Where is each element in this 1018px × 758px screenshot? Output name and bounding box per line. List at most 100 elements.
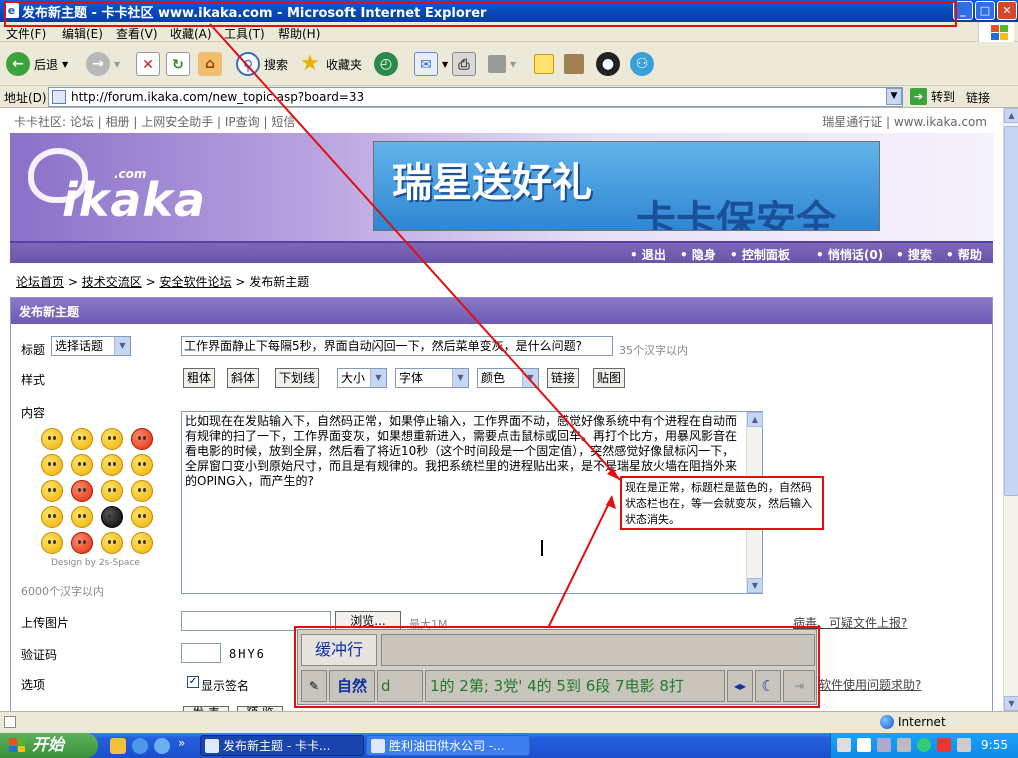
color-select[interactable]: 颜色 ▼ — [477, 368, 539, 388]
edit-dropdown-icon[interactable]: ▼ — [510, 60, 516, 69]
misc-tray-icon[interactable] — [957, 738, 971, 752]
mail-dropdown-icon[interactable]: ▼ — [442, 60, 448, 69]
breadcrumb-tech[interactable]: 技术交流区 — [82, 275, 142, 289]
back-dropdown-icon[interactable]: ▼ — [62, 60, 68, 69]
image-button[interactable]: 贴图 — [593, 368, 626, 388]
underline-button[interactable]: 下划线 — [275, 368, 320, 388]
nav-help[interactable]: • 帮助 — [946, 246, 982, 263]
nav-invisible[interactable]: • 隐身 — [680, 246, 716, 263]
smiley-icon[interactable] — [131, 454, 153, 476]
nav-control-panel[interactable]: • 控制面板 — [730, 246, 790, 263]
smiley-icon[interactable] — [41, 428, 63, 450]
history-button[interactable]: ◴ — [374, 51, 398, 77]
maximize-button[interactable]: □ — [975, 1, 995, 20]
menu-favorites[interactable]: 收藏(A) — [170, 25, 212, 42]
smiley-icon[interactable] — [131, 532, 153, 554]
smiley-icon[interactable] — [41, 480, 63, 502]
scroll-down-icon[interactable]: ▼ — [1004, 696, 1018, 711]
scroll-thumb[interactable] — [1004, 126, 1018, 496]
scroll-down-icon[interactable]: ▼ — [747, 578, 763, 593]
forward-dropdown-icon[interactable]: ▼ — [114, 60, 120, 69]
antivirus-tray-icon[interactable] — [917, 738, 931, 752]
smiley-icon[interactable] — [101, 506, 123, 528]
nav-logout[interactable]: • 退出 — [630, 246, 666, 263]
home-button[interactable]: ⌂ — [198, 51, 222, 77]
page-scrollbar[interactable]: ▲ ▼ — [1003, 108, 1018, 711]
start-button[interactable]: 开始 — [0, 733, 98, 758]
firewall-tray-icon[interactable] — [937, 738, 951, 752]
refresh-button[interactable]: ↻ — [166, 51, 190, 77]
smiley-icon[interactable] — [101, 454, 123, 476]
site-top-nav-right[interactable]: 瑞星通行证 | www.ikaka.com — [822, 113, 987, 130]
forward-button[interactable]: → ▼ — [86, 51, 120, 77]
keyboard-tray-icon[interactable] — [837, 738, 851, 752]
title-input[interactable]: 工作界面静止下每隔5秒，界面自动闪回一下，然后菜单变灰，是什么问题? — [181, 336, 613, 356]
site-top-nav[interactable]: 卡卡社区: 论坛 | 相册 | 上网安全助手 | IP查询 | 短信 — [14, 113, 295, 130]
ie-quicklaunch-icon[interactable] — [132, 738, 148, 754]
smiley-icon[interactable] — [71, 506, 93, 528]
discuss-button[interactable] — [534, 51, 554, 77]
menu-tools[interactable]: 工具(T) — [224, 25, 265, 42]
browse-button[interactable]: 浏览... — [335, 611, 401, 631]
address-input[interactable]: http://forum.ikaka.com/new_topic.asp?boa… — [48, 87, 903, 107]
stop-button[interactable]: ✕ — [136, 51, 160, 77]
links-button[interactable]: 链接 — [966, 89, 990, 106]
scroll-up-icon[interactable]: ▲ — [747, 412, 763, 427]
smiley-icon[interactable] — [101, 532, 123, 554]
size-select[interactable]: 大小 ▼ — [337, 368, 387, 388]
go-button[interactable]: ➔ 转到 — [910, 88, 955, 105]
bold-button[interactable]: 粗体 — [183, 368, 216, 388]
edit-button[interactable]: ▼ — [488, 51, 516, 77]
minimize-button[interactable]: _ — [953, 1, 973, 20]
ie-alt-icon[interactable] — [154, 738, 170, 754]
nav-search[interactable]: • 搜索 — [896, 246, 932, 263]
network-tray-icon[interactable] — [897, 738, 911, 752]
speaker-tray-icon[interactable] — [877, 738, 891, 752]
font-select[interactable]: 字体 ▼ — [395, 368, 469, 388]
ime-page-arrows-icon[interactable]: ◂▸ — [727, 670, 753, 702]
close-button[interactable]: ✕ — [997, 1, 1017, 20]
show-signature-checkbox[interactable]: ✓ — [187, 676, 199, 688]
smiley-icon[interactable] — [71, 480, 93, 502]
research-button[interactable] — [564, 51, 584, 77]
ad-banner[interactable]: 瑞星送好礼 卡卡保安全 — [373, 141, 880, 231]
italic-button[interactable]: 斜体 — [227, 368, 260, 388]
menu-file[interactable]: 文件(F) — [6, 25, 46, 42]
ime-pointer-icon[interactable]: ✎ — [301, 670, 327, 702]
smiley-icon[interactable] — [71, 428, 93, 450]
ime-candidates[interactable]: 1的 2第; 3党' 4的 5到 6段 7电影 8打 — [425, 670, 725, 702]
nav-messages[interactable]: • 悄悄话(0) — [816, 246, 883, 263]
upload-input[interactable] — [181, 611, 331, 631]
folder-icon[interactable] — [110, 738, 126, 754]
window-title-bar[interactable]: e 发布新主题 - 卡卡社区 www.ikaka.com - Microsoft… — [0, 0, 1018, 22]
smiley-icon[interactable] — [71, 532, 93, 554]
back-button[interactable]: ← 后退 ▼ — [6, 51, 68, 77]
search-button[interactable]: ⚲ 搜索 — [236, 51, 288, 77]
breadcrumb-home[interactable]: 论坛首页 — [16, 275, 64, 289]
smiley-icon[interactable] — [41, 454, 63, 476]
moon-icon[interactable]: ☾ — [755, 670, 781, 702]
scroll-up-icon[interactable]: ▲ — [1004, 108, 1018, 123]
favorites-button[interactable]: ★ 收藏夹 — [298, 51, 362, 77]
smiley-icon[interactable] — [101, 480, 123, 502]
mail-button[interactable]: ✉ ▼ — [414, 51, 448, 77]
link-button[interactable]: 链接 — [547, 368, 580, 388]
captcha-input[interactable] — [181, 643, 221, 663]
menu-edit[interactable]: 编辑(E) — [62, 25, 103, 42]
help-link[interactable]: 软件使用问题求助? — [819, 676, 921, 693]
print-button[interactable]: ⎙ — [452, 51, 476, 77]
smiley-icon[interactable] — [71, 454, 93, 476]
task-ikaka[interactable]: 发布新主题 - 卡卡... — [200, 735, 364, 756]
smiley-icon[interactable] — [41, 506, 63, 528]
smiley-icon[interactable] — [131, 480, 153, 502]
ime-keyboard-icon[interactable]: ⇥ — [783, 670, 815, 702]
menu-help[interactable]: 帮助(H) — [278, 25, 320, 42]
topic-select[interactable]: 选择话题 ▼ — [51, 336, 131, 356]
smiley-icon[interactable] — [101, 428, 123, 450]
breadcrumb-security-forum[interactable]: 安全软件论坛 — [159, 275, 231, 289]
site-logo[interactable]: ikaka — [62, 173, 206, 227]
ime-mode[interactable]: 自然 — [329, 670, 375, 702]
address-dropdown-icon[interactable]: ▼ — [886, 88, 902, 105]
task-shengli[interactable]: 胜利油田供水公司 -... — [366, 735, 530, 756]
smiley-icon[interactable] — [131, 506, 153, 528]
